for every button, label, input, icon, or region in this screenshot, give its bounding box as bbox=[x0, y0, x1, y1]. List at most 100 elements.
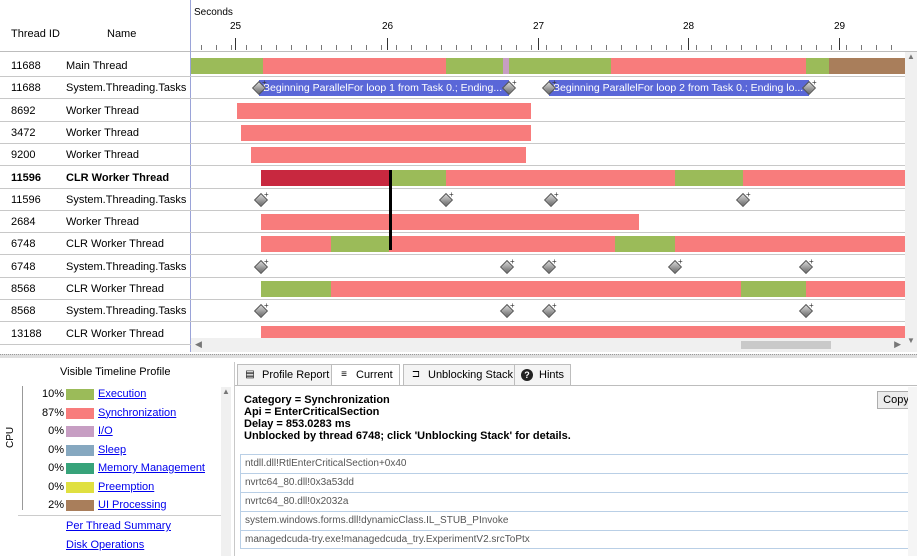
scroll-up-icon[interactable]: ▲ bbox=[222, 387, 230, 396]
timeline-segment[interactable] bbox=[806, 58, 829, 74]
timeline-segment[interactable] bbox=[446, 58, 503, 74]
legend-link[interactable]: Memory Management bbox=[98, 462, 205, 474]
timeline-segment[interactable] bbox=[391, 169, 446, 186]
selected-timeline-segment[interactable] bbox=[261, 169, 391, 186]
tab-hints[interactable]: ? Hints bbox=[514, 364, 572, 386]
marker-spark-icon: + bbox=[510, 301, 515, 311]
legend-scrollbar[interactable]: ▲ bbox=[221, 387, 231, 556]
timeline-segment[interactable] bbox=[509, 58, 611, 74]
scroll-right-icon[interactable]: ▶ bbox=[894, 339, 901, 350]
timeline-vertical-scrollbar[interactable]: ▲ ▼ bbox=[905, 52, 917, 352]
legend-link[interactable]: UI Processing bbox=[98, 499, 166, 511]
legend-swatch bbox=[66, 389, 94, 400]
legend-percent: 2% bbox=[48, 499, 64, 511]
tab-current[interactable]: ≡ Current bbox=[331, 364, 400, 386]
thread-name: CLR Worker Thread bbox=[66, 283, 165, 295]
parallel-for-band[interactable]: Beginning ParallelFor loop 2 from Task 0… bbox=[549, 80, 809, 97]
thread-id: 11688 bbox=[11, 82, 41, 95]
timeline-segment[interactable] bbox=[675, 169, 743, 186]
current-icon: ≡ bbox=[341, 369, 347, 380]
tab-profile-report[interactable]: ▤ Profile Report bbox=[237, 364, 337, 386]
disk-operations-link[interactable]: Disk Operations bbox=[66, 539, 144, 551]
thread-id: 8568 bbox=[11, 305, 36, 318]
thread-id: 11596 bbox=[11, 193, 41, 206]
details-scrollbar[interactable] bbox=[908, 387, 917, 556]
legend-percent: 87% bbox=[41, 406, 64, 419]
thread-name: Worker Thread bbox=[66, 149, 139, 162]
timeline-segment[interactable] bbox=[237, 102, 531, 119]
thread-name: System.Threading.Tasks bbox=[66, 193, 187, 206]
unblocked-by-line: Unblocked by thread 6748; click 'Unblock… bbox=[244, 430, 571, 442]
timeline-segment[interactable] bbox=[615, 236, 675, 253]
thread-name: System.Threading.Tasks bbox=[66, 305, 187, 318]
timeline-segment[interactable] bbox=[743, 169, 905, 186]
timeline-segment[interactable] bbox=[741, 281, 806, 297]
legend-link[interactable]: Preemption bbox=[98, 481, 154, 493]
marker-spark-icon: + bbox=[809, 301, 814, 311]
timeline-segment[interactable] bbox=[331, 236, 389, 253]
scroll-up-icon[interactable]: ▲ bbox=[907, 52, 915, 61]
timeline-segment[interactable] bbox=[611, 58, 806, 74]
timeline-canvas[interactable]: Beginning ParallelFor loop 1 from Task 0… bbox=[191, 0, 905, 356]
help-icon: ? bbox=[521, 369, 533, 381]
tab-unblocking-stack[interactable]: ⊐ Unblocking Stack bbox=[403, 364, 520, 386]
timeline-segment[interactable] bbox=[829, 58, 905, 74]
stack-frame[interactable]: nvrtc64_80.dll!0x3a53dd bbox=[240, 473, 917, 492]
marker-spark-icon: + bbox=[552, 301, 557, 311]
legend-percent: 0% bbox=[48, 425, 64, 437]
timeline-segment[interactable] bbox=[675, 236, 905, 253]
legend-title: Visible Timeline Profile bbox=[60, 366, 171, 378]
category-line: Category = Synchronization bbox=[244, 394, 390, 406]
details-pane: ▤ Profile Report ≡ Current ⊐ Unblocking … bbox=[234, 362, 917, 556]
scroll-down-icon[interactable]: ▼ bbox=[907, 336, 915, 345]
scroll-left-icon[interactable]: ◀ bbox=[195, 339, 202, 350]
timeline-segment[interactable] bbox=[389, 236, 615, 253]
timeline-segment[interactable] bbox=[263, 58, 446, 74]
timeline-segment[interactable] bbox=[261, 236, 331, 253]
thread-id: 2684 bbox=[11, 216, 36, 229]
api-line: Api = EnterCriticalSection bbox=[244, 406, 380, 418]
tab-label: Current bbox=[356, 369, 393, 381]
marker-spark-icon: + bbox=[554, 189, 559, 199]
cpu-bracket bbox=[22, 386, 23, 510]
timeline-segment[interactable] bbox=[331, 281, 741, 297]
timeline-segment[interactable] bbox=[251, 147, 526, 164]
marker-spark-icon: + bbox=[264, 256, 269, 266]
thread-name: Worker Thread bbox=[66, 126, 139, 139]
thread-name: System.Threading.Tasks bbox=[66, 82, 187, 95]
parallel-for-band[interactable]: Beginning ParallelFor loop 1 from Task 0… bbox=[259, 80, 509, 97]
legend-link[interactable]: Execution bbox=[98, 388, 146, 400]
timeline-segment[interactable] bbox=[191, 58, 263, 74]
marker-spark-icon: + bbox=[552, 256, 557, 266]
name-column-header[interactable]: Name bbox=[107, 28, 136, 40]
stack-frame[interactable]: nvrtc64_80.dll!0x2032a bbox=[240, 492, 917, 511]
timeline-segment[interactable] bbox=[241, 124, 531, 141]
timeline-segment[interactable] bbox=[261, 281, 331, 297]
legend-percent: 0% bbox=[48, 443, 64, 456]
thread-name: CLR Worker Thread bbox=[66, 327, 165, 340]
thread-name: Worker Thread bbox=[66, 216, 139, 229]
marker-spark-icon: + bbox=[449, 189, 454, 199]
thread-id: 6748 bbox=[11, 238, 36, 251]
thread-id: 9200 bbox=[11, 149, 36, 162]
legend-link[interactable]: Synchronization bbox=[98, 407, 176, 419]
call-stack-list: ntdll.dll!RtlEnterCriticalSection+0x40 n… bbox=[240, 454, 917, 549]
legend-link[interactable]: I/O bbox=[98, 425, 113, 437]
thread-id-column-header[interactable]: Thread ID bbox=[11, 28, 60, 40]
marker-spark-icon: + bbox=[264, 301, 269, 311]
thread-id: 3472 bbox=[11, 126, 36, 139]
stack-icon: ⊐ bbox=[411, 369, 421, 380]
legend-link[interactable]: Sleep bbox=[98, 444, 126, 456]
timeline-segment[interactable] bbox=[806, 281, 905, 297]
scroll-thumb[interactable] bbox=[741, 341, 831, 349]
timeline-segment[interactable] bbox=[446, 169, 675, 186]
marker-spark-icon: + bbox=[552, 78, 557, 88]
tab-label: Profile Report bbox=[262, 369, 330, 381]
stack-frame[interactable]: system.windows.forms.dll!dynamicClass.IL… bbox=[240, 511, 917, 530]
timeline-horizontal-scrollbar[interactable]: ◀ ▶ bbox=[191, 338, 905, 352]
block-info: Category = Synchronization Api = EnterCr… bbox=[244, 394, 571, 442]
stack-frame[interactable]: ntdll.dll!RtlEnterCriticalSection+0x40 bbox=[240, 454, 917, 473]
timeline-segment[interactable] bbox=[261, 214, 639, 231]
stack-frame[interactable]: managedcuda-try.exe!managedcuda_try.Expe… bbox=[240, 530, 917, 549]
per-thread-summary-link[interactable]: Per Thread Summary bbox=[66, 520, 171, 532]
